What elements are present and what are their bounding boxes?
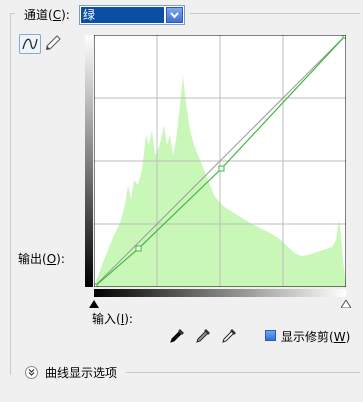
input-gradient-bar	[94, 289, 346, 297]
show-clipping-label[interactable]: 显示修剪(W)	[281, 330, 350, 344]
pencil-icon	[46, 35, 61, 50]
chevron-double-down-icon	[28, 369, 35, 376]
expand-options-button[interactable]	[25, 366, 38, 379]
white-point-eyedropper-icon[interactable]	[220, 327, 238, 345]
input-label: 输入(I):	[92, 312, 133, 326]
curve-point	[218, 165, 225, 172]
frame-top-border	[10, 13, 15, 14]
chevron-down-icon[interactable]	[166, 7, 183, 23]
channel-select[interactable]: 绿	[79, 5, 185, 25]
frame-top-border-right	[190, 13, 360, 14]
frame-left-border	[10, 13, 11, 375]
pencil-tool-button[interactable]	[43, 34, 65, 54]
output-gradient-bar	[85, 35, 93, 287]
gray-point-eyedropper-icon[interactable]	[194, 327, 212, 345]
black-point-eyedropper-icon[interactable]	[168, 327, 186, 345]
curve-tool-button[interactable]	[19, 34, 41, 54]
curves-graph[interactable]	[94, 35, 346, 287]
channel-select-value: 绿	[81, 7, 164, 23]
options-divider	[126, 372, 360, 373]
black-point-slider[interactable]	[89, 300, 99, 308]
curve-point	[135, 245, 142, 252]
show-clipping-checkbox[interactable]	[265, 330, 276, 341]
white-point-slider[interactable]	[341, 300, 351, 308]
curve-icon	[22, 38, 38, 50]
output-label: 输出(O):	[18, 252, 65, 266]
channel-label: 通道(C):	[24, 8, 70, 22]
curve-display-options-label[interactable]: 曲线显示选项	[45, 366, 117, 380]
